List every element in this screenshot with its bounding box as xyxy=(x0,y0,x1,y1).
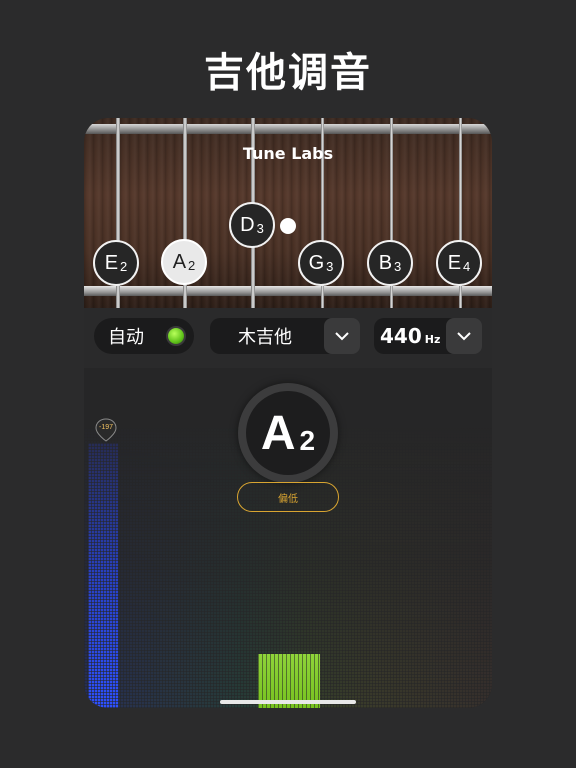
controls-bar: 自动 木吉他 440 Hz xyxy=(84,308,492,368)
fretboard: Tune Labs E2 A2 D3 G3 B3 E4 xyxy=(84,118,492,308)
reference-frequency-select[interactable]: 440 Hz xyxy=(374,318,482,354)
note-octave: 3 xyxy=(256,220,264,236)
tuner-app-screen: Tune Labs E2 A2 D3 G3 B3 E4 自动 木吉他 440 H… xyxy=(84,118,492,708)
detected-note: A2 xyxy=(246,391,330,475)
frequency-unit: Hz xyxy=(424,332,441,346)
detected-note-ring: A2 xyxy=(238,383,338,483)
tuner-display: -197 A2 偏低 xyxy=(84,368,492,708)
note-letter: D xyxy=(240,213,255,236)
tuning-status-badge: 偏低 xyxy=(237,482,339,512)
fret-bottom xyxy=(84,286,492,296)
note-letter: E xyxy=(104,251,119,274)
fret-top xyxy=(84,124,492,134)
string-note-button-e2[interactable]: E2 xyxy=(93,240,139,286)
note-letter: E xyxy=(447,251,462,274)
note-octave: 2 xyxy=(120,258,128,274)
auto-mode-label: 自动 xyxy=(108,327,144,348)
pitch-deviation-bar xyxy=(88,443,118,708)
note-letter: A xyxy=(172,250,187,273)
note-octave: 2 xyxy=(188,257,196,273)
auto-mode-indicator-icon xyxy=(166,326,186,346)
chevron-down-icon[interactable] xyxy=(324,318,360,354)
headline: 吉他调音 xyxy=(204,50,372,96)
chevron-down-icon[interactable] xyxy=(446,318,482,354)
home-indicator[interactable] xyxy=(220,700,356,704)
detected-note-octave: 2 xyxy=(299,425,316,456)
string-vibration-indicator xyxy=(280,218,296,234)
frequency-value: 440 xyxy=(380,324,422,348)
note-octave: 4 xyxy=(463,258,471,274)
string-note-button-a2[interactable]: A2 xyxy=(161,239,207,285)
instrument-value: 木吉他 xyxy=(238,327,292,348)
detected-note-letter: A xyxy=(260,406,296,460)
note-letter: G xyxy=(308,251,325,274)
app-brand: Tune Labs xyxy=(242,144,334,163)
note-letter: B xyxy=(378,251,393,274)
note-octave: 3 xyxy=(394,258,402,274)
string-note-button-b3[interactable]: B3 xyxy=(367,240,413,286)
auto-mode-toggle[interactable]: 自动 xyxy=(94,318,194,354)
string-note-button-e4[interactable]: E4 xyxy=(436,240,482,286)
string-note-button-d3[interactable]: D3 xyxy=(229,202,275,248)
string-note-button-g3[interactable]: G3 xyxy=(298,240,344,286)
cents-offset-label: -197 xyxy=(98,424,113,431)
note-octave: 3 xyxy=(326,258,334,274)
instrument-select[interactable]: 木吉他 xyxy=(210,318,360,354)
